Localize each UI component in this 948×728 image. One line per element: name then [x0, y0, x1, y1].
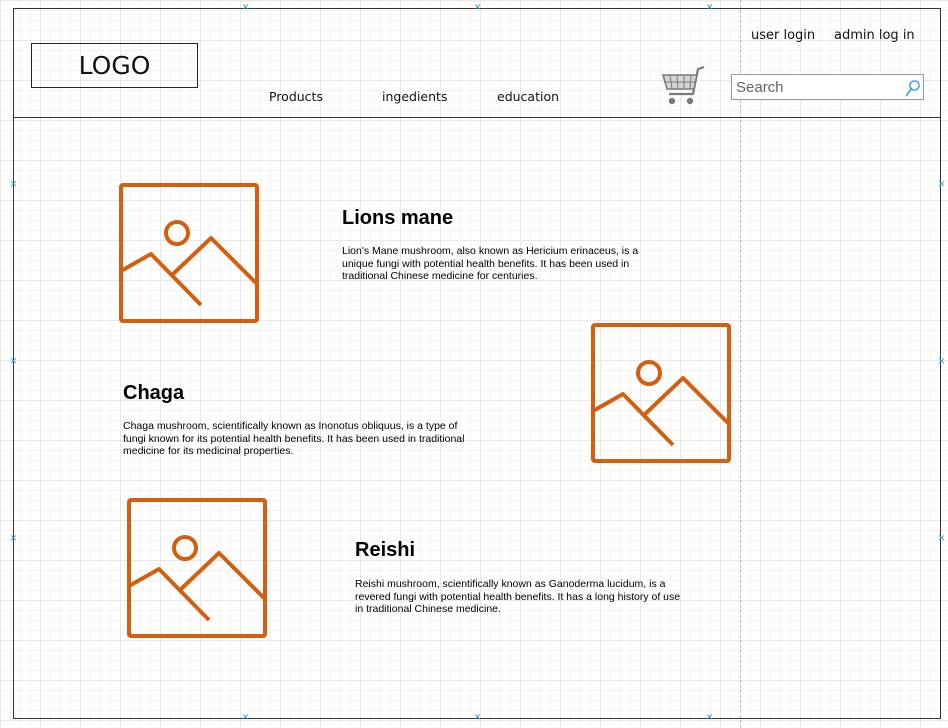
item-title-lions-mane: Lions mane	[342, 207, 454, 229]
resize-handle-icon: ✕	[937, 180, 946, 190]
user-login-link[interactable]: user login	[751, 28, 815, 43]
resize-handle-icon: ✕	[473, 713, 482, 723]
resize-handle-icon: ✕	[705, 713, 714, 723]
logo-label: LOGO	[78, 51, 151, 80]
item-title-chaga: Chaga	[123, 382, 185, 404]
resize-handle-icon: ✕	[9, 534, 18, 544]
resize-handle-icon: ✕	[9, 357, 18, 367]
resize-handle-icon: ✕	[705, 3, 714, 13]
resize-handle-icon: ✕	[937, 357, 946, 367]
search-input[interactable]	[736, 77, 896, 97]
resize-handle-icon: ✕	[241, 713, 250, 723]
search-icon[interactable]	[905, 79, 921, 97]
nav-education[interactable]: education	[497, 89, 559, 104]
shopping-cart-icon[interactable]	[660, 64, 706, 110]
layout-guide	[740, 0, 741, 728]
resize-handle-icon: ✕	[241, 3, 250, 13]
search-box	[731, 74, 924, 100]
resize-handle-icon: ✕	[937, 534, 946, 544]
resize-handle-icon: ✕	[9, 180, 18, 190]
lions-mane-image-placeholder-icon	[119, 183, 259, 323]
nav-products[interactable]: Products	[269, 89, 323, 104]
nav-ingredients[interactable]: ingedients	[382, 89, 447, 104]
admin-login-link[interactable]: admin log in	[834, 28, 915, 43]
logo[interactable]: LOGO	[31, 43, 198, 88]
header-divider	[13, 117, 941, 118]
item-description-lions-mane: Lion's Mane mushroom, also known as Heri…	[342, 245, 639, 282]
item-description-chaga: Chaga mushroom, scientifically known as …	[123, 420, 465, 457]
item-description-reishi: Reishi mushroom, scientifically known as…	[355, 578, 681, 615]
resize-handle-icon: ✕	[473, 3, 482, 13]
item-title-reishi: Reishi	[355, 539, 416, 561]
chaga-image-placeholder-icon	[591, 323, 731, 463]
reishi-image-placeholder-icon	[127, 498, 267, 638]
wireframe-canvas: ✕ ✕ ✕ ✕ ✕ ✕ ✕ ✕ ✕ ✕ ✕ ✕ LOGO Products in…	[0, 0, 948, 728]
